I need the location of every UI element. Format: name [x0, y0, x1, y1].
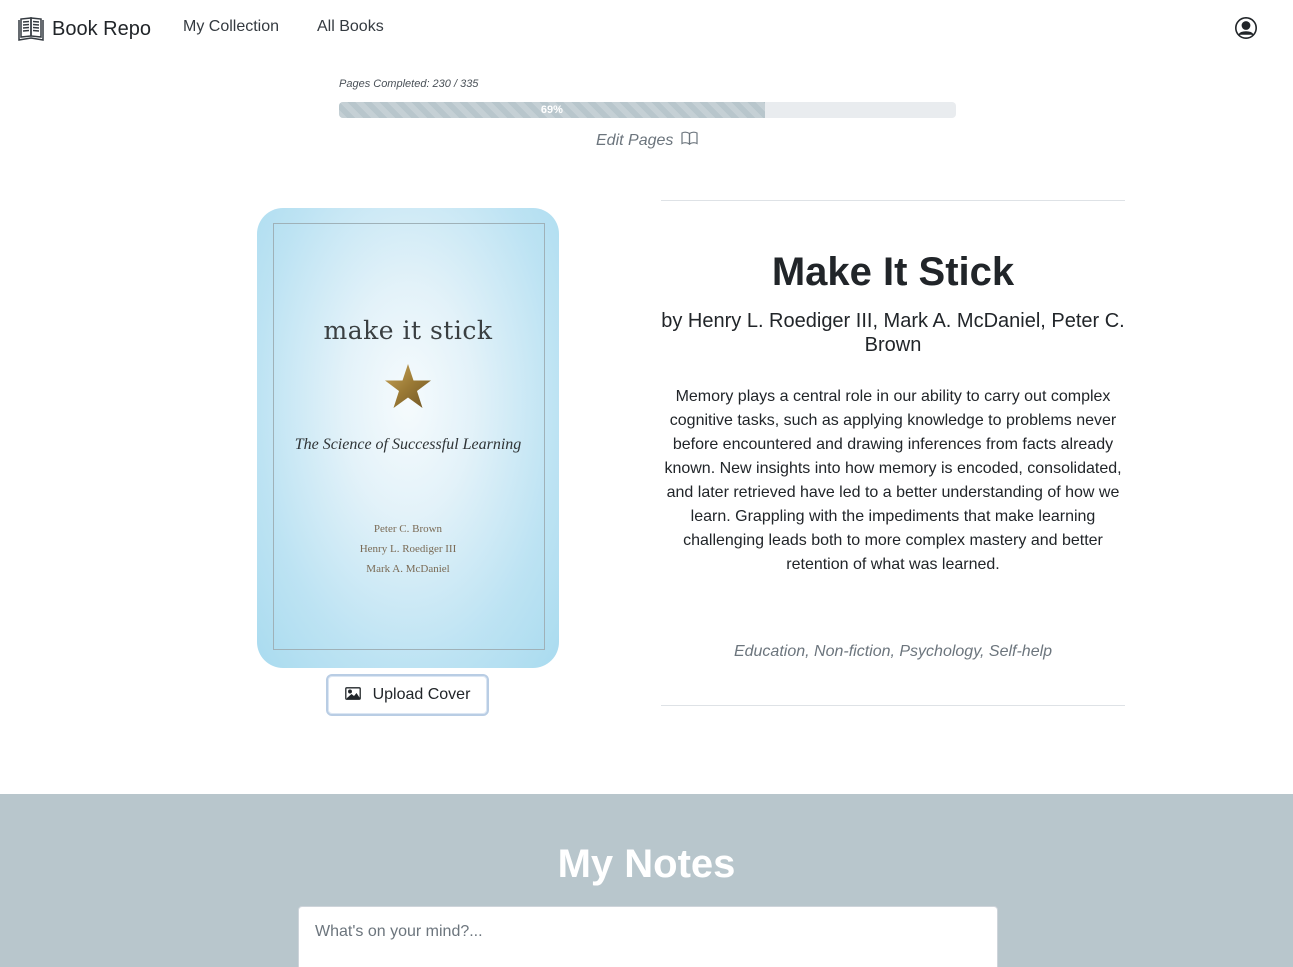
edit-pages-button[interactable]: Edit Pages — [596, 131, 698, 150]
user-circle-icon[interactable] — [1234, 16, 1258, 40]
book-genres: Education, Non-fiction, Psychology, Self… — [733, 643, 1053, 660]
reading-progress-bar: 69% — [339, 102, 956, 118]
notes-input[interactable] — [298, 906, 998, 967]
notes-title: My Notes — [557, 842, 736, 886]
open-book-icon — [16, 14, 46, 44]
cover-title: make it stick — [323, 316, 493, 345]
book-title: Make It Stick — [771, 250, 1015, 294]
cover-author: Henry L. Roediger III — [359, 543, 457, 555]
pages-completed-label: Pages Completed: 230 / 335 — [339, 78, 479, 90]
cover-author: Mark A. McDaniel — [366, 563, 450, 575]
progress-fill: 69% — [339, 102, 765, 118]
book-description: Memory plays a central role in our abili… — [664, 388, 1122, 573]
navbar: Book Repo My Collection All Books — [0, 0, 1293, 58]
divider — [661, 200, 1125, 201]
star-icon — [383, 362, 433, 412]
cover-author: Peter C. Brown — [373, 523, 443, 535]
brand-name: Book Repo — [52, 17, 151, 40]
divider — [661, 705, 1125, 706]
notes-section: My Notes — [0, 794, 1293, 967]
cover-subtitle: The Science of Successful Learning — [294, 436, 522, 453]
upload-cover-label: Upload Cover — [372, 686, 471, 703]
nav-all-books[interactable]: All Books — [317, 18, 384, 36]
image-icon — [344, 687, 373, 703]
edit-pages-label: Edit Pages — [596, 131, 674, 149]
nav-my-collection[interactable]: My Collection — [183, 18, 279, 36]
book-cover: make it stick The Science of Successful … — [257, 208, 559, 668]
upload-cover-button[interactable]: Upload Cover — [326, 674, 489, 716]
brand-link[interactable]: Book Repo — [16, 14, 151, 44]
book-authors: by Henry L. Roediger III, Mark A. McDani… — [661, 310, 1125, 356]
book-icon — [673, 131, 698, 150]
